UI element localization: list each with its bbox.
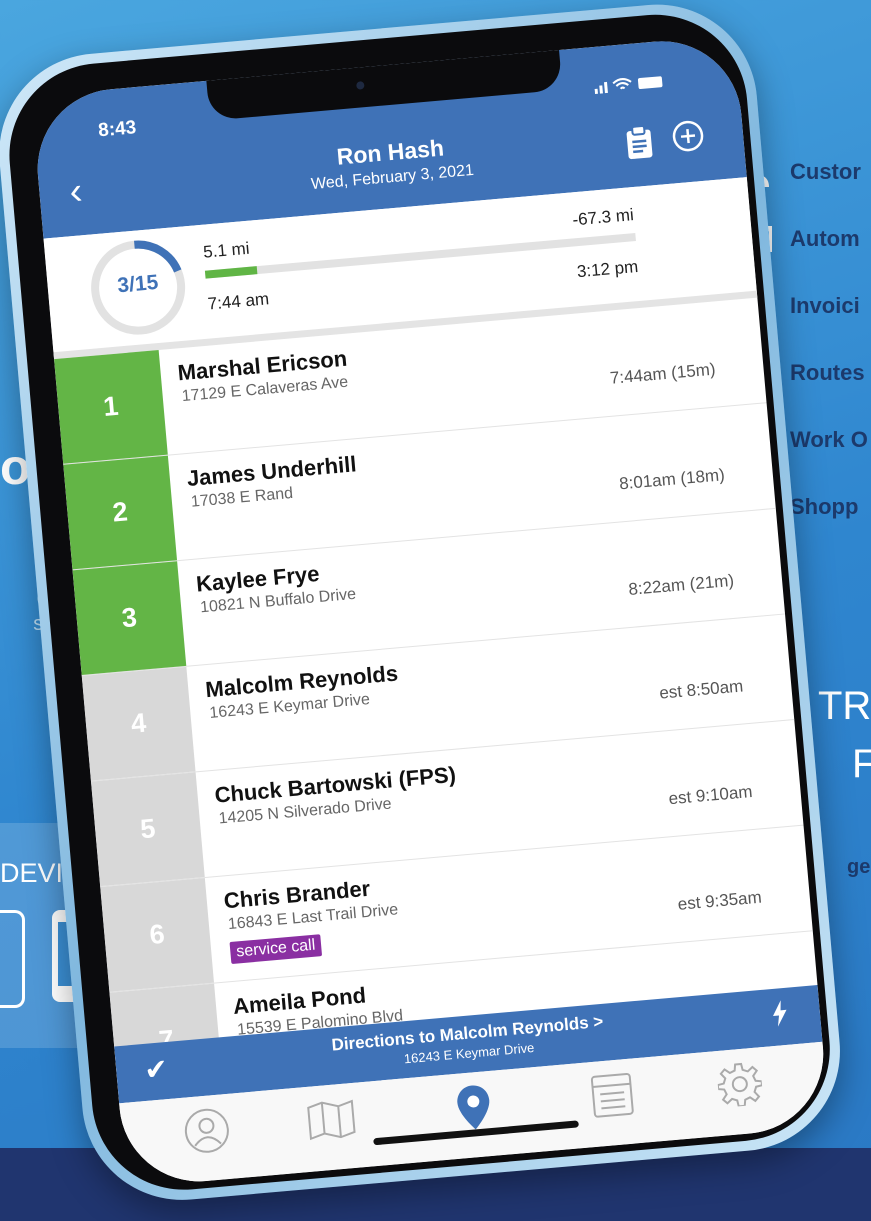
feature-label: Custor [790, 158, 861, 184]
stop-time: 8:22am (21m) [627, 570, 735, 599]
stop-tag-badge: service call [229, 934, 323, 965]
stop-number: 3 [72, 561, 187, 675]
stop-number: 5 [90, 772, 205, 887]
phone-mockup: 8:43 ‹ Ron Hash Wed, February 3, 2021 3/… [0, 0, 871, 1218]
add-icon[interactable] [670, 118, 707, 155]
right-heading-fragment: F [852, 742, 871, 786]
ios-device-icon [0, 910, 25, 1008]
settings-gear-icon [716, 1062, 764, 1108]
stop-number: 4 [81, 666, 196, 781]
signal-icon [594, 88, 598, 95]
distance-done: 5.1 mi [202, 238, 251, 262]
person-icon [184, 1108, 229, 1153]
start-time: 7:44 am [206, 289, 270, 314]
feature-label: Autom [790, 225, 860, 251]
stop-number: 2 [63, 455, 178, 570]
end-time: 3:12 pm [576, 256, 640, 282]
stop-time: est 8:50am [658, 676, 744, 703]
status-time: 8:43 [97, 117, 138, 142]
phone-frame: 8:43 ‹ Ron Hash Wed, February 3, 2021 3/… [0, 0, 849, 1209]
distance-remaining: -67.3 mi [571, 205, 635, 230]
stop-list: 1 Marshal Ericson 17129 E Calaveras Ave 7:4… [54, 297, 823, 1099]
tab-person[interactable] [175, 1103, 239, 1158]
list-icon [590, 1072, 634, 1118]
stop-time: est 9:35am [676, 887, 763, 914]
stop-time: est 9:10am [667, 781, 754, 809]
location-pin-icon [457, 1085, 490, 1130]
lightning-icon[interactable] [771, 1000, 790, 1034]
wifi-icon [612, 78, 632, 90]
phone-bezel: 8:43 ‹ Ron Hash Wed, February 3, 2021 3/… [1, 7, 838, 1198]
tab-map[interactable] [299, 1092, 363, 1147]
stop-number: 1 [54, 350, 168, 464]
stop-time: 8:01am (18m) [618, 465, 726, 494]
progress-bar-fill [204, 266, 258, 279]
stop-time: 7:44am (15m) [609, 359, 717, 388]
phone-screen: 8:43 ‹ Ron Hash Wed, February 3, 2021 3/… [31, 34, 830, 1189]
battery-icon [637, 76, 663, 90]
tab-settings[interactable] [708, 1057, 772, 1112]
map-icon [307, 1099, 356, 1141]
status-icons [594, 73, 667, 98]
clipboard-icon[interactable] [624, 124, 655, 160]
stop-number: 6 [100, 878, 214, 992]
tab-list[interactable] [580, 1068, 644, 1123]
